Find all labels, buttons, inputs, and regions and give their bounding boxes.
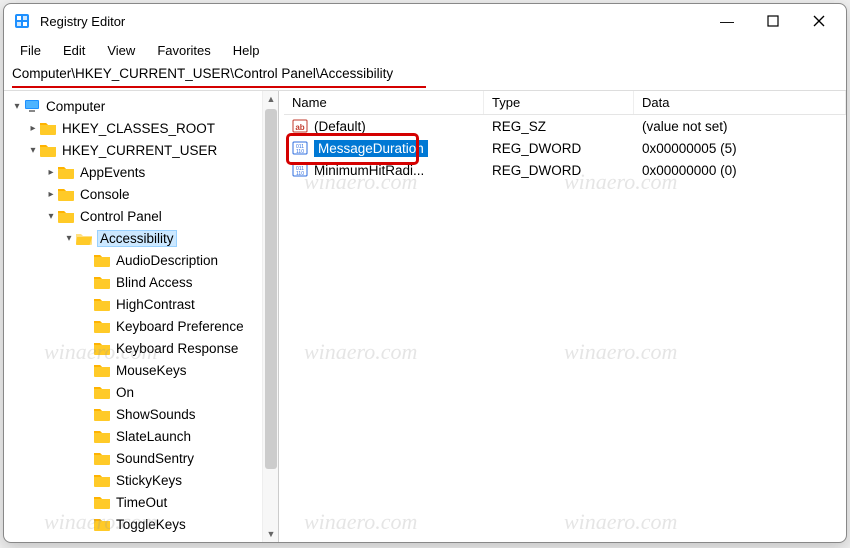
folder-icon: [40, 121, 56, 135]
value-row[interactable]: ab (Default) REG_SZ(value not set): [284, 115, 846, 137]
chevron-down-icon[interactable]: ▾: [62, 232, 76, 244]
folder-icon: [94, 275, 110, 289]
value-name: MessageDuration: [314, 140, 428, 157]
folder-icon: [94, 385, 110, 399]
chevron-right-icon[interactable]: ▸: [44, 188, 58, 200]
tree-key-highcontrast[interactable]: ▸HighContrast: [4, 293, 278, 315]
address-highlight-annotation: [12, 86, 426, 88]
folder-icon: [94, 363, 110, 377]
value-data: (value not set): [634, 119, 846, 134]
chevron-down-icon[interactable]: ▾: [26, 144, 40, 156]
folder-icon: [58, 165, 74, 179]
tree-hive-hkcr[interactable]: ▸ HKEY_CLASSES_ROOT: [4, 117, 278, 139]
tree-key-timeout[interactable]: ▸TimeOut: [4, 491, 278, 513]
registry-tree[interactable]: ▾ Computer ▸ HKEY_CLASSES_ROOT ▾ HKEY_CU…: [4, 91, 279, 542]
tree-key-on[interactable]: ▸On: [4, 381, 278, 403]
svg-text:110: 110: [296, 171, 304, 177]
close-icon: [813, 15, 825, 27]
content-area: ▾ Computer ▸ HKEY_CLASSES_ROOT ▾ HKEY_CU…: [4, 91, 846, 542]
titlebar[interactable]: Registry Editor —: [4, 4, 846, 38]
window-title: Registry Editor: [40, 14, 125, 29]
value-type: REG_SZ: [484, 119, 634, 134]
registry-editor-window: Registry Editor — File Edit View Favorit…: [3, 3, 847, 543]
chevron-right-icon[interactable]: ▸: [44, 166, 58, 178]
tree-key-togglekeys[interactable]: ▸ToggleKeys: [4, 513, 278, 535]
maximize-button[interactable]: [750, 6, 796, 36]
folder-icon: [94, 495, 110, 509]
tree-key-showsounds[interactable]: ▸ShowSounds: [4, 403, 278, 425]
folder-icon: [94, 341, 110, 355]
tree-key-soundsentry[interactable]: ▸SoundSentry: [4, 447, 278, 469]
menu-edit[interactable]: Edit: [53, 41, 95, 60]
value-name: (Default): [314, 119, 366, 134]
tree-key-accessibility[interactable]: ▾ Accessibility: [4, 227, 278, 249]
column-header-data[interactable]: Data: [634, 91, 846, 114]
tree-key-keyboard-preference[interactable]: ▸Keyboard Preference: [4, 315, 278, 337]
maximize-icon: [767, 15, 779, 27]
tree-key-blind-access[interactable]: ▸Blind Access: [4, 271, 278, 293]
tree-key-audiodescription[interactable]: ▸AudioDescription: [4, 249, 278, 271]
address-bar[interactable]: Computer\HKEY_CURRENT_USER\Control Panel…: [4, 62, 846, 86]
folder-icon: [58, 209, 74, 223]
folder-icon: [94, 451, 110, 465]
value-row[interactable]: 011110 MessageDuration REG_DWORD0x00000005…: [284, 137, 846, 159]
svg-text:110: 110: [296, 149, 304, 155]
folder-open-icon: [76, 231, 92, 245]
minimize-button[interactable]: —: [704, 6, 750, 36]
folder-icon: [94, 517, 110, 531]
close-button[interactable]: [796, 6, 842, 36]
chevron-right-icon[interactable]: ▸: [26, 122, 40, 134]
folder-icon: [94, 473, 110, 487]
folder-open-icon: [40, 143, 56, 157]
tree-key-slatelaunch[interactable]: ▸SlateLaunch: [4, 425, 278, 447]
tree-hive-hkcu[interactable]: ▾ HKEY_CURRENT_USER: [4, 139, 278, 161]
tree-key-appevents[interactable]: ▸ AppEvents: [4, 161, 278, 183]
tree-scrollbar[interactable]: ▲ ▼: [262, 91, 278, 542]
column-header-type[interactable]: Type: [484, 91, 634, 114]
folder-icon: [94, 407, 110, 421]
menu-view[interactable]: View: [97, 41, 145, 60]
dword-value-icon: 011110: [292, 140, 308, 156]
value-data: 0x00000005 (5): [634, 141, 846, 156]
value-type: REG_DWORD: [484, 163, 634, 178]
tree-root[interactable]: ▾ Computer: [4, 95, 278, 117]
tree-key-console[interactable]: ▸ Console: [4, 183, 278, 205]
value-type: REG_DWORD: [484, 141, 634, 156]
scroll-down-icon[interactable]: ▼: [263, 526, 279, 542]
regedit-app-icon: [14, 13, 30, 29]
tree-key-mousekeys[interactable]: ▸MouseKeys: [4, 359, 278, 381]
svg-text:ab: ab: [295, 123, 304, 132]
dword-value-icon: 011110: [292, 162, 308, 178]
values-rows: ab (Default) REG_SZ(value not set) 011110 Me…: [284, 115, 846, 181]
value-row[interactable]: 011110 MinimumHitRadi... REG_DWORD0x000000…: [284, 159, 846, 181]
chevron-down-icon[interactable]: ▾: [44, 210, 58, 222]
values-pane: Name Type Data ab (Default) REG_SZ(value n…: [284, 91, 846, 542]
folder-icon: [94, 319, 110, 333]
scroll-up-icon[interactable]: ▲: [263, 91, 279, 107]
address-path: Computer\HKEY_CURRENT_USER\Control Panel…: [12, 66, 393, 81]
scrollbar-thumb[interactable]: [265, 109, 277, 469]
string-value-icon: ab: [292, 118, 308, 134]
folder-icon: [58, 187, 74, 201]
menu-favorites[interactable]: Favorites: [147, 41, 220, 60]
value-name: MinimumHitRadi...: [314, 163, 424, 178]
computer-icon: [24, 99, 40, 113]
folder-icon: [94, 297, 110, 311]
value-data: 0x00000000 (0): [634, 163, 846, 178]
menu-help[interactable]: Help: [223, 41, 270, 60]
folder-icon: [94, 429, 110, 443]
tree-key-keyboard-response[interactable]: ▸Keyboard Response: [4, 337, 278, 359]
tree-key-stickykeys[interactable]: ▸StickyKeys: [4, 469, 278, 491]
column-header-name[interactable]: Name: [284, 91, 484, 114]
list-header: Name Type Data: [284, 91, 846, 115]
folder-icon: [94, 253, 110, 267]
tree-key-controlpanel[interactable]: ▾ Control Panel: [4, 205, 278, 227]
menubar: File Edit View Favorites Help: [4, 38, 846, 62]
chevron-down-icon[interactable]: ▾: [10, 100, 24, 112]
menu-file[interactable]: File: [10, 41, 51, 60]
